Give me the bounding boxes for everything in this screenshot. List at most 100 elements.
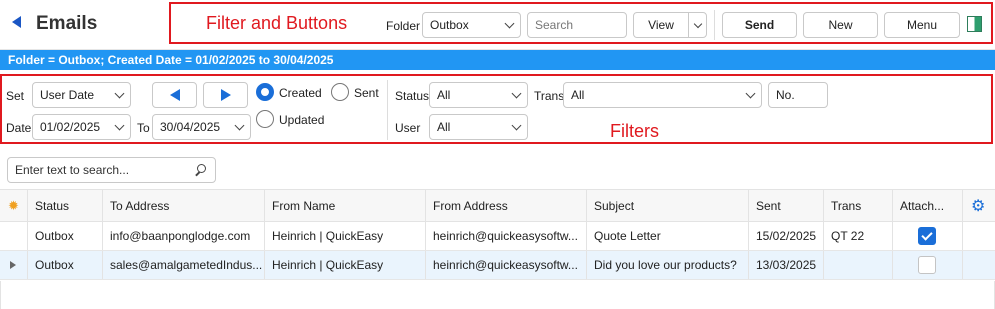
to-label: To — [137, 121, 150, 135]
date-to-value: 30/04/2025 — [160, 120, 221, 134]
grid-settings-cell[interactable]: ⚙ — [963, 190, 995, 221]
radio-created[interactable] — [256, 83, 274, 101]
trans-select-value: All — [571, 88, 585, 102]
menu-button[interactable]: Menu — [884, 12, 960, 38]
chevron-down-icon — [114, 88, 125, 98]
grid-empty-area — [0, 281, 995, 309]
cell-attached — [893, 251, 962, 279]
folder-label: Folder — [386, 19, 421, 33]
toolbar-divider — [714, 10, 715, 40]
gear-icon: ⚙ — [971, 197, 986, 215]
chevron-down-icon — [504, 18, 515, 28]
send-button-label: Send — [744, 18, 775, 32]
sun-icon: ✹ — [8, 197, 19, 213]
attached-checkbox[interactable] — [918, 227, 936, 245]
table-row[interactable]: Outbox info@baanponglodge.com Heinrich |… — [0, 222, 995, 251]
chevron-down-icon — [745, 88, 756, 98]
column-header-status[interactable]: Status — [28, 190, 102, 221]
column-header-subject[interactable]: Subject — [587, 190, 748, 221]
cell-status: Outbox — [35, 229, 74, 243]
filters-divider — [387, 80, 388, 140]
cell-from-name: Heinrich | QuickEasy — [272, 258, 384, 272]
number-input[interactable]: No. — [768, 82, 828, 108]
chevron-down-icon — [511, 88, 522, 98]
user-select[interactable]: All — [429, 114, 528, 140]
grid-search-input[interactable]: Enter text to search... — [7, 157, 216, 183]
status-select-value: All — [437, 88, 451, 102]
annotation-label-filters: Filters — [610, 121, 659, 141]
chevron-down-icon — [693, 19, 702, 28]
checkmark-icon — [921, 228, 933, 241]
cell-attached — [893, 222, 962, 250]
cell-status: Outbox — [35, 258, 74, 272]
menu-button-label: Menu — [906, 18, 938, 32]
cell-from-name: Heinrich | QuickEasy — [272, 229, 384, 243]
view-button-label: View — [648, 18, 674, 32]
toolbar-search-input[interactable]: Search — [527, 12, 627, 38]
send-button[interactable]: Send — [722, 12, 797, 38]
back-arrow-icon[interactable] — [12, 16, 21, 28]
view-dropdown-button[interactable] — [688, 12, 707, 38]
cell-to-address: info@baanponglodge.com — [110, 229, 251, 243]
grid-header: ✹ Status To Address From Name From Addre… — [0, 189, 995, 222]
radio-sent[interactable] — [331, 83, 349, 101]
attached-checkbox[interactable] — [918, 256, 936, 274]
radio-sent-label: Sent — [354, 86, 379, 100]
user-select-value: All — [437, 120, 451, 134]
arrow-left-icon — [169, 89, 180, 101]
set-label: Set — [6, 89, 25, 103]
chevron-down-icon — [114, 120, 125, 130]
cell-trans — [824, 251, 892, 279]
date-label: Date — [6, 121, 32, 135]
grid-search-placeholder: Enter text to search... — [15, 163, 130, 177]
cell-from-address: heinrich@quickeasysoftw... — [433, 229, 578, 243]
date-from-picker[interactable]: 01/02/2025 — [32, 114, 131, 140]
chevron-right-icon — [10, 261, 16, 269]
date-from-value: 01/02/2025 — [40, 120, 101, 134]
folder-select[interactable]: Outbox — [422, 12, 521, 38]
column-header-attached[interactable]: Attach... — [893, 190, 962, 221]
row-expand-cell[interactable] — [0, 251, 27, 279]
set-select[interactable]: User Date — [32, 82, 131, 108]
panel-toggle-icon[interactable] — [967, 16, 982, 32]
radio-created-label: Created — [279, 86, 322, 100]
column-header-to-address[interactable]: To Address — [103, 190, 264, 221]
search-icon — [194, 163, 208, 177]
folder-select-value: Outbox — [430, 18, 469, 32]
cell-from-address: heinrich@quickeasysoftw... — [433, 258, 578, 272]
next-period-button[interactable] — [203, 82, 248, 108]
set-select-value: User Date — [40, 88, 95, 102]
cell-sent: 13/03/2025 — [756, 258, 817, 272]
arrow-right-icon — [220, 89, 231, 101]
filter-summary-banner: Folder = Outbox; Created Date = 01/02/20… — [0, 50, 995, 70]
page-title: Emails — [36, 13, 98, 34]
cell-subject: Quote Letter — [594, 229, 661, 243]
date-to-picker[interactable]: 30/04/2025 — [152, 114, 251, 140]
cell-sent: 15/02/2025 — [756, 229, 817, 243]
chevron-down-icon — [511, 120, 522, 130]
status-select[interactable]: All — [429, 82, 528, 108]
previous-period-button[interactable] — [152, 82, 197, 108]
column-chooser-cell[interactable]: ✹ — [0, 190, 27, 221]
annotation-label-filter-and-buttons: Filter and Buttons — [206, 13, 348, 33]
view-button[interactable]: View — [633, 12, 689, 38]
column-header-from-name[interactable]: From Name — [265, 190, 425, 221]
trans-select[interactable]: All — [563, 82, 762, 108]
toolbar-search-placeholder: Search — [535, 18, 574, 32]
radio-updated[interactable] — [256, 110, 274, 128]
status-label: Status — [395, 89, 430, 103]
cell-trans: QT 22 — [831, 229, 865, 243]
table-row[interactable]: Outbox sales@amalgametedIndus... Heinric… — [0, 251, 995, 280]
user-label: User — [395, 121, 421, 135]
cell-subject: Did you love our products? — [594, 258, 737, 272]
cell-to-address: sales@amalgametedIndus... — [110, 258, 263, 272]
column-header-from-address[interactable]: From Address — [426, 190, 586, 221]
chevron-down-icon — [234, 120, 245, 130]
radio-updated-label: Updated — [279, 113, 325, 127]
trans-label: Trans — [534, 89, 565, 103]
column-header-trans[interactable]: Trans — [824, 190, 892, 221]
new-button-label: New — [828, 18, 853, 32]
number-input-placeholder: No. — [776, 88, 795, 102]
column-header-sent[interactable]: Sent — [749, 190, 823, 221]
new-button[interactable]: New — [803, 12, 878, 38]
